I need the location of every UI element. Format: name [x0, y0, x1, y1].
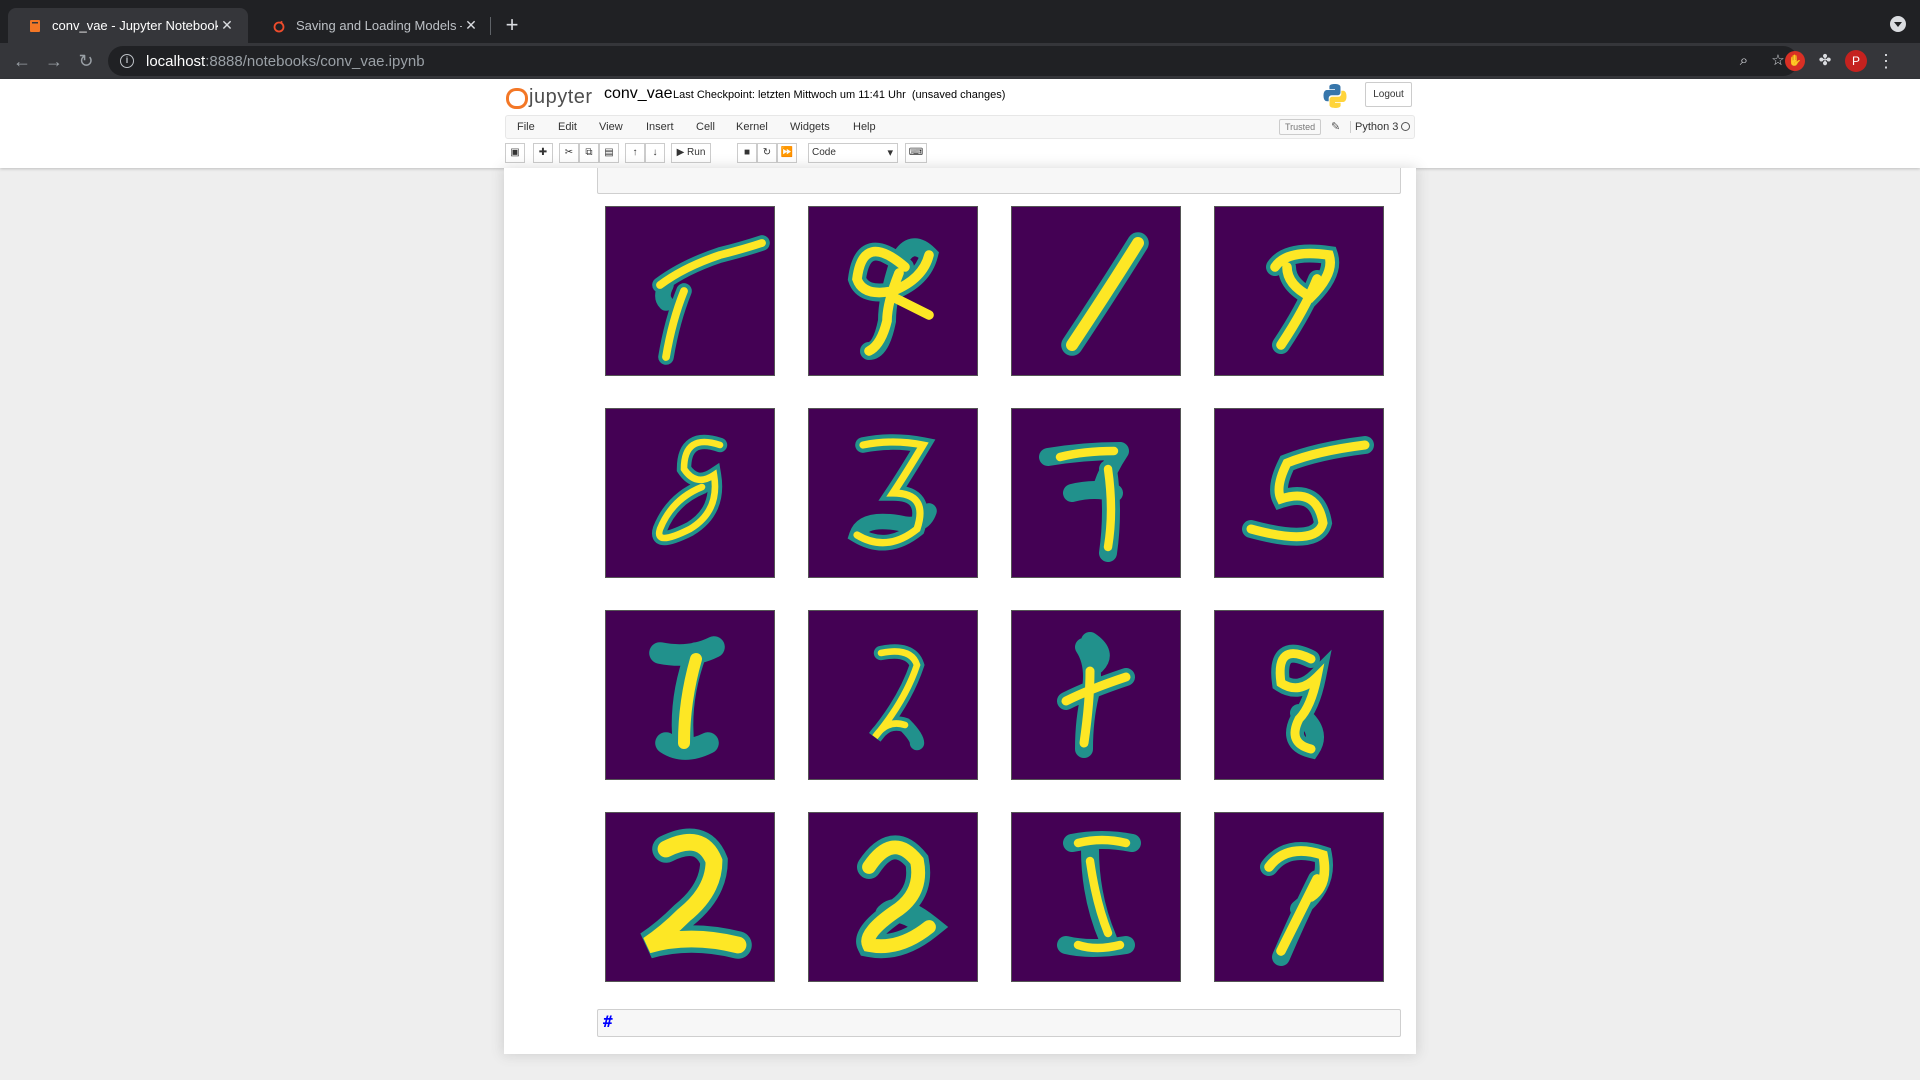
kernel-idle-icon [1401, 122, 1410, 131]
back-arrow-icon[interactable]: ← [10, 49, 34, 73]
jupyter-menubar: File Edit View Insert Cell Kernel Widget… [505, 115, 1415, 139]
kernel-name: Python 3 [1350, 121, 1398, 133]
menu-widgets[interactable]: Widgets [790, 121, 830, 133]
digit-image [1011, 206, 1181, 376]
cell-input-text[interactable]: # [603, 1012, 613, 1031]
digit-image [1011, 408, 1181, 578]
insert-cell-icon[interactable]: ✚ [533, 143, 553, 163]
menu-cell[interactable]: Cell [696, 121, 715, 133]
profile-avatar[interactable]: P [1845, 50, 1867, 72]
run-button[interactable]: ▶ Run [671, 143, 711, 163]
digit-image [808, 812, 978, 982]
digit-image [1214, 610, 1384, 780]
extensions-puzzle-icon[interactable]: ✤ [1815, 51, 1835, 71]
digit-image [605, 206, 775, 376]
checkpoint-status: Last Checkpoint: letzten Mittwoch um 11:… [673, 89, 1006, 101]
digit-image [1214, 812, 1384, 982]
digit-image [808, 408, 978, 578]
code-cell[interactable] [597, 168, 1401, 194]
restart-run-all-icon[interactable]: ⏩ [777, 143, 797, 163]
menu-view[interactable]: View [599, 121, 623, 133]
close-icon[interactable]: ✕ [218, 17, 236, 34]
pencil-icon[interactable]: ✎ [1331, 120, 1340, 133]
move-up-icon[interactable]: ↑ [625, 143, 645, 163]
reload-icon[interactable]: ↻ [74, 49, 98, 73]
browser-tab-strip: conv_vae - Jupyter Notebook ✕ Saving and… [0, 0, 1920, 43]
digit-image [1011, 610, 1181, 780]
tab-search-icon[interactable] [1890, 16, 1906, 32]
cut-icon[interactable]: ✂ [559, 143, 579, 163]
logout-button[interactable]: Logout [1365, 82, 1412, 107]
cell-output-area [597, 206, 1401, 996]
jupyter-logo[interactable]: jupyter [505, 85, 593, 109]
address-bar[interactable]: i localhost:8888/notebooks/conv_vae.ipyn… [108, 46, 1798, 76]
more-menu-icon[interactable]: ⋮ [1877, 51, 1895, 71]
jupyter-logo-icon [505, 85, 528, 109]
menu-edit[interactable]: Edit [558, 121, 577, 133]
digit-image [605, 408, 775, 578]
close-icon[interactable]: ✕ [462, 17, 480, 34]
digit-image [1214, 206, 1384, 376]
digit-image [808, 610, 978, 780]
extension-icon[interactable]: ✋ [1785, 51, 1805, 71]
tab-saving-loading-models[interactable]: Saving and Loading Models — ✕ [252, 8, 492, 43]
digit-image [808, 206, 978, 376]
tab-title: conv_vae - Jupyter Notebook [52, 18, 218, 33]
tab-title: Saving and Loading Models — [296, 18, 462, 33]
trusted-indicator[interactable]: Trusted [1279, 119, 1322, 135]
menu-insert[interactable]: Insert [646, 121, 674, 133]
menu-file[interactable]: File [517, 121, 535, 133]
forward-arrow-icon[interactable]: → [42, 49, 66, 73]
info-icon[interactable]: i [120, 54, 134, 68]
jupyter-logo-text: jupyter [529, 85, 593, 108]
notebook-name[interactable]: conv_vae [604, 85, 673, 103]
cell-type-select[interactable]: Code [808, 143, 898, 163]
interrupt-icon[interactable]: ■ [737, 143, 757, 163]
python-logo-icon [1323, 84, 1347, 108]
url-host: localhost [146, 52, 206, 70]
markdown-cell[interactable]: # [597, 1009, 1401, 1037]
jupyter-title-bar: jupyter conv_vae Last Checkpoint: letzte… [505, 79, 1415, 115]
jupyter-header: jupyter conv_vae Last Checkpoint: letzte… [0, 79, 1920, 168]
browser-toolbar: ← → ↻ i localhost:8888/notebooks/conv_va… [0, 43, 1920, 79]
url-path: :8888/notebooks/conv_vae.ipynb [205, 52, 425, 70]
jupyter-book-icon [30, 19, 40, 32]
digit-image [1214, 408, 1384, 578]
pytorch-icon [273, 20, 285, 32]
digit-image [1011, 812, 1181, 982]
zoom-icon[interactable]: ⌕ [1734, 51, 1754, 71]
jupyter-toolbar: ▣ ✚ ✂ ⧉ ▤ ↑ ↓ ▶ Run ■ ↻ ⏩ Code ⌨ [505, 143, 1415, 165]
tab-divider [490, 17, 491, 35]
keyboard-icon[interactable]: ⌨ [905, 143, 927, 163]
digit-image [605, 812, 775, 982]
save-icon[interactable]: ▣ [505, 143, 525, 163]
digit-image [605, 610, 775, 780]
new-tab-button[interactable]: + [498, 12, 526, 40]
move-down-icon[interactable]: ↓ [645, 143, 665, 163]
copy-icon[interactable]: ⧉ [579, 143, 599, 163]
tab-conv-vae[interactable]: conv_vae - Jupyter Notebook ✕ [8, 8, 248, 43]
menu-kernel[interactable]: Kernel [736, 121, 768, 133]
paste-icon[interactable]: ▤ [599, 143, 619, 163]
menu-help[interactable]: Help [853, 121, 876, 133]
run-label: Run [687, 147, 706, 158]
restart-icon[interactable]: ↻ [757, 143, 777, 163]
notebook-container: # [504, 168, 1416, 1054]
